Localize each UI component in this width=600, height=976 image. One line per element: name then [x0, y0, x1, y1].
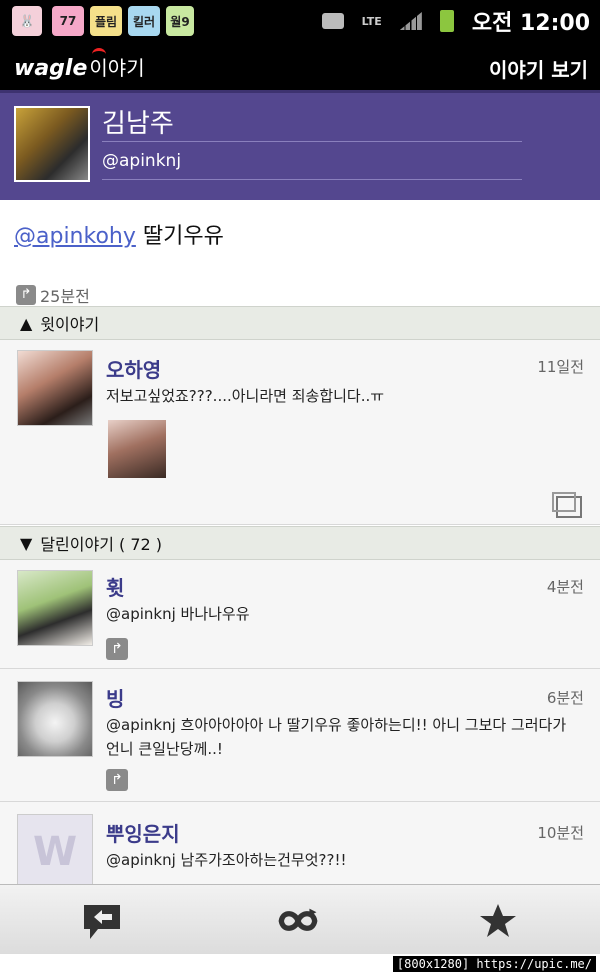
reply-text: @apinknj 남주가조아하는건무엇??!!: [106, 851, 347, 869]
section-label: 윗이야기: [40, 315, 100, 334]
signal-icon: [399, 12, 422, 30]
app-bar: wagle 이야기 이야기 보기: [0, 42, 600, 90]
retweet-button[interactable]: [276, 899, 320, 943]
avatar[interactable]: W: [17, 814, 93, 884]
story-time: 11일전: [537, 358, 584, 376]
mention-link[interactable]: @apinkohy: [14, 224, 136, 249]
avatar[interactable]: [17, 350, 93, 426]
retweet-icon: [278, 908, 318, 931]
section-above[interactable]: ▲ 윗이야기: [0, 306, 600, 340]
battery-icon: [439, 10, 454, 32]
author-name[interactable]: 휫: [106, 572, 124, 601]
retweet-icon[interactable]: ↱: [106, 769, 128, 791]
post-text: @apinkohy 딸기우유: [14, 218, 224, 250]
star-icon: [480, 904, 516, 937]
notification-icon-5: 월9: [166, 6, 194, 36]
avatar[interactable]: [17, 681, 93, 757]
reply-text: @apinknj 흐아아아아아 나 딸기우유 좋아하는디!! 아니 그보다 그러…: [106, 716, 567, 758]
notification-icon-3: 플림: [90, 6, 122, 36]
collapse-up-icon: ▲: [20, 313, 33, 333]
clock: 오전 12:00: [471, 11, 590, 36]
reply-time: 6분전: [546, 689, 584, 707]
attached-photo[interactable]: [108, 420, 166, 478]
profile-avatar[interactable]: [14, 106, 90, 182]
notification-icon-4: 킬러: [128, 6, 160, 36]
reply-item[interactable]: 휫 4분전 @apinknj 바나나우유 ↱: [0, 560, 600, 669]
wave-icon: [92, 48, 106, 61]
default-avatar-icon: W: [32, 829, 78, 875]
reply-text: @apinknj 바나나우유: [106, 605, 250, 623]
gallery-icon[interactable]: [552, 492, 582, 518]
post-body: 딸기우유: [142, 224, 224, 249]
notification-icon-1: 🐰: [12, 6, 42, 36]
lte-icon: LTE: [361, 14, 382, 28]
section-label: 달린이야기 ( 72 ): [40, 535, 163, 554]
reply-time: 4분전: [546, 578, 584, 596]
story-text: 저보고싶었죠???....아니라면 죄송합니다..ㅠ: [106, 387, 385, 405]
profile-header[interactable]: 김남주 @apinknj: [0, 90, 600, 203]
expand-down-icon: ▼: [20, 533, 33, 553]
footer: [800x1280] https://upic.me/: [0, 954, 600, 976]
reply-icon: [84, 905, 120, 939]
app-logo: wagle 이야기: [14, 48, 145, 81]
profile-name: 김남주: [102, 109, 174, 139]
watermark: [800x1280] https://upic.me/: [392, 956, 596, 972]
notification-icon-2: 77: [52, 6, 84, 36]
screenshot-icon: [321, 13, 344, 29]
author-name[interactable]: 빙: [106, 683, 124, 712]
section-replies[interactable]: ▼ 달린이야기 ( 72 ): [0, 526, 600, 560]
post-time: 25분전: [40, 287, 90, 306]
parent-story[interactable]: 오하영 11일전 저보고싶었죠???....아니라면 죄송합니다..ㅠ: [0, 340, 600, 525]
retweet-icon[interactable]: ↱: [106, 638, 128, 660]
author-name[interactable]: 뿌잉은지: [106, 818, 180, 847]
content-area: @apinkohy 딸기우유 ↱ 25분전 ▲ 윗이야기 오하영 11일전 저보…: [0, 200, 600, 884]
favorite-button[interactable]: [476, 899, 520, 943]
screen-title: 이야기 보기: [489, 58, 588, 82]
author-name[interactable]: 오하영: [106, 354, 161, 383]
divider: [102, 179, 522, 180]
divider: [102, 141, 522, 142]
reply-item[interactable]: W 뿌잉은지 10분전 @apinknj 남주가조아하는건무엇??!!: [0, 802, 600, 884]
avatar[interactable]: [17, 570, 93, 646]
bottom-action-bar: [0, 884, 600, 955]
reply-time: 10분전: [537, 824, 584, 842]
reply-item[interactable]: 빙 6분전 @apinknj 흐아아아아아 나 딸기우유 좋아하는디!! 아니 …: [0, 669, 600, 802]
status-bar: 🐰 77 플림 킬러 월9 LTE 오전 12:00: [0, 0, 600, 42]
reply-button[interactable]: [80, 899, 124, 943]
post-meta: ↱ 25분전: [16, 283, 90, 307]
retweet-icon: ↱: [16, 285, 36, 305]
profile-handle: @apinknj: [102, 151, 182, 171]
